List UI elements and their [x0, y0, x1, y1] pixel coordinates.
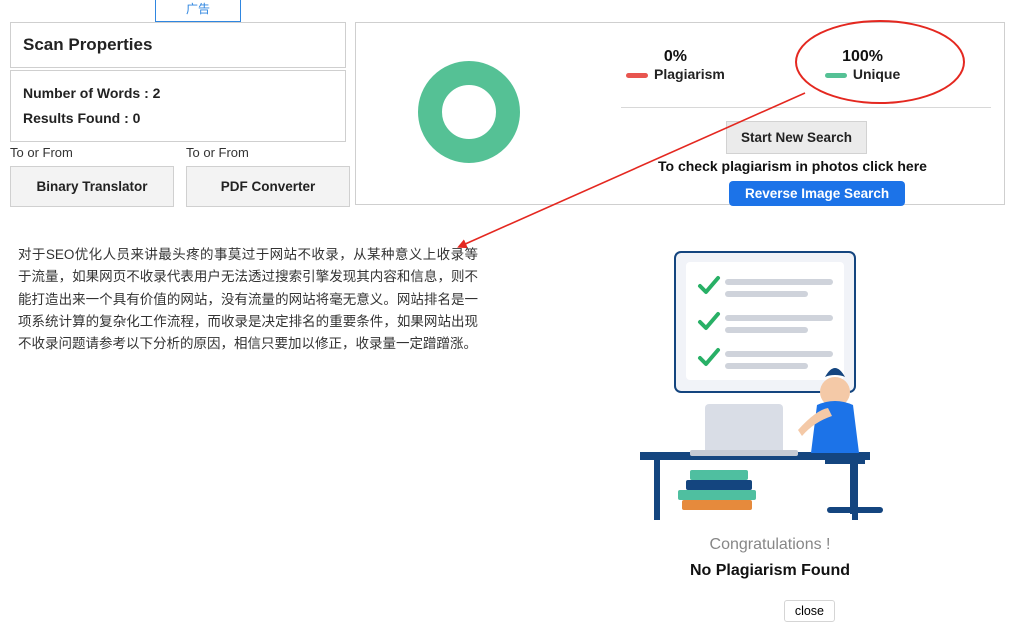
percentages-row: 0% Plagiarism 100% Unique: [626, 48, 900, 82]
tools-row: To or From Binary Translator To or From …: [10, 145, 350, 207]
ad-tab: 广告: [155, 0, 241, 22]
words-label: Number of Words :: [23, 85, 153, 101]
results-value: 0: [133, 110, 141, 126]
scan-stats-card: Number of Words : 2 Results Found : 0: [10, 70, 346, 142]
pdf-label: To or From: [186, 145, 350, 160]
unique-label-text: Unique: [853, 66, 900, 82]
unique-swatch: [825, 73, 847, 78]
reverse-image-search-button[interactable]: Reverse Image Search: [729, 181, 905, 206]
analysis-text: 对于SEO优化人员来讲最头疼的事莫过于网站不收录，从某种意义上收录等于流量，如果…: [18, 244, 478, 355]
words-value: 2: [153, 85, 161, 101]
close-button[interactable]: close: [784, 600, 835, 622]
scan-properties-card: Scan Properties: [10, 22, 346, 68]
unique-percent: 100%: [825, 48, 900, 66]
pdf-converter-button[interactable]: PDF Converter: [186, 166, 350, 207]
congrats-illustration: [620, 242, 920, 532]
scan-properties-title: Scan Properties: [23, 35, 333, 55]
check-photos-text: To check plagiarism in photos click here: [658, 158, 927, 174]
results-label: Results Found :: [23, 110, 133, 126]
binary-label: To or From: [10, 145, 174, 160]
pdf-col: To or From PDF Converter: [186, 145, 350, 207]
plagiarism-swatch: [626, 73, 648, 78]
plagiarism-stat: 0% Plagiarism: [626, 48, 725, 82]
unique-stat: 100% Unique: [825, 48, 900, 82]
binary-col: To or From Binary Translator: [10, 145, 174, 207]
plagiarism-label-text: Plagiarism: [654, 66, 725, 82]
donut-chart: [418, 61, 520, 163]
unique-label: Unique: [825, 66, 900, 82]
plagiarism-percent: 0%: [626, 48, 725, 66]
congrats-block: Congratulations ! No Plagiarism Found cl…: [535, 242, 1005, 580]
binary-translator-button[interactable]: Binary Translator: [10, 166, 174, 207]
start-new-search-button[interactable]: Start New Search: [726, 121, 867, 154]
plagiarism-label: Plagiarism: [626, 66, 725, 82]
words-row: Number of Words : 2: [23, 81, 333, 106]
congrats-title: Congratulations !: [535, 536, 1005, 554]
no-plagiarism-text: No Plagiarism Found: [535, 562, 1005, 580]
results-row: Results Found : 0: [23, 106, 333, 131]
result-panel: 0% Plagiarism 100% Unique Start New Sear…: [355, 22, 1005, 205]
divider: [621, 107, 991, 108]
